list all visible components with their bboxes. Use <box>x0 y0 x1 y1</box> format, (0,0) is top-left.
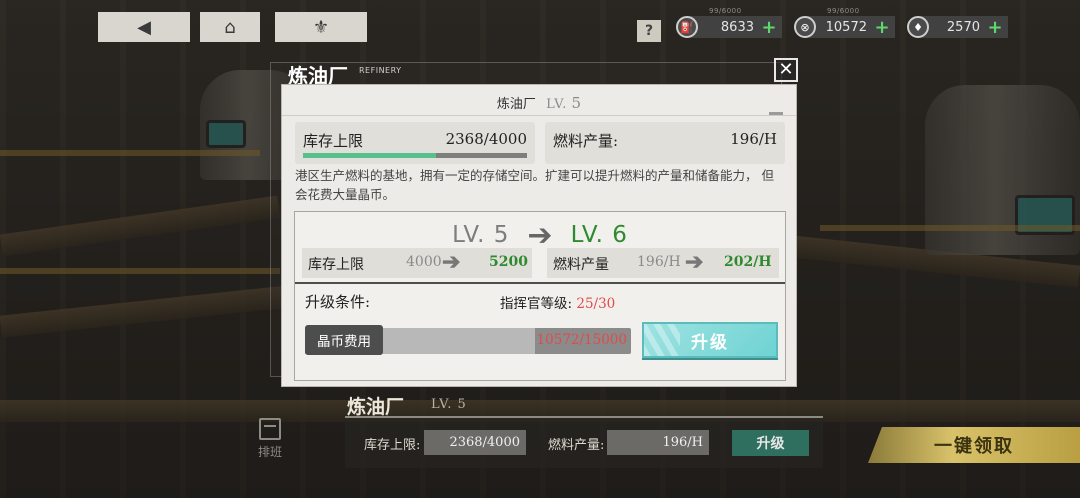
oil-icon: ⛽ <box>676 16 698 38</box>
level-to: LV. 6 <box>570 222 628 248</box>
help-icon: ? <box>644 23 654 39</box>
output-compare: 燃料产量 196/H ➔ 202/H <box>547 248 779 278</box>
bottom-upgrade-button[interactable]: 升级 <box>732 430 809 456</box>
output-value: 196/H <box>730 130 777 148</box>
output-old-value: 196/H <box>637 254 681 270</box>
schedule-button[interactable]: 排班 <box>254 418 286 462</box>
back-button[interactable]: ◀ <box>98 12 190 42</box>
gem-icon: ♦ <box>907 16 929 38</box>
upgrade-divider <box>295 282 785 284</box>
schedule-label: 排班 <box>257 445 282 459</box>
dialog-header: 炼油厂 LV. 5 <box>282 93 796 112</box>
coin-cost-bar: 晶币费用 10572/15000 <box>305 325 631 355</box>
level-change: LV. 5 ➔ LV. 6 <box>295 218 785 253</box>
home-icon: ⌂ <box>224 16 236 38</box>
bottom-output-label: 燃料产量: <box>548 438 605 453</box>
bottom-stock-label: 库存上限: <box>364 438 421 453</box>
coin-resource: ⊗ 99/6000 10572 + <box>794 7 895 38</box>
commander-value: 25/30 <box>576 296 616 312</box>
add-oil-button[interactable]: + <box>760 17 778 38</box>
coin-icon: ⊗ <box>794 16 816 38</box>
stock-progress-bar <box>303 153 527 158</box>
bottom-output-value: 196/H <box>607 430 709 455</box>
output-new-value: 202/H <box>724 254 772 270</box>
stock-new-value: 5200 <box>489 254 528 270</box>
upgrade-button-label: 升级 <box>691 332 729 353</box>
close-icon: ✕ <box>778 59 794 80</box>
header-divider <box>282 115 796 116</box>
arrow-right-icon: ➔ <box>685 249 704 275</box>
stock-compare-label: 库存上限 <box>308 257 364 273</box>
building-description: 港区生产燃料的基地，拥有一定的存储空间。扩建可以提升燃料的产量和储备能力， 但会… <box>295 168 774 202</box>
collect-all-button[interactable]: 一键领取 <box>868 427 1080 463</box>
level-from: LV. 5 <box>452 222 510 248</box>
arrow-right-icon: ➔ <box>442 249 461 275</box>
close-button[interactable]: ✕ <box>774 58 798 82</box>
gem-value: 2570 <box>946 19 980 35</box>
add-gem-button[interactable]: + <box>986 17 1004 38</box>
upgrade-button[interactable]: 升级 <box>642 322 778 358</box>
current-level: 5 <box>571 94 582 112</box>
bottom-building-level: LV. 5 <box>431 397 467 412</box>
stock-stat: 库存上限 2368/4000 <box>295 122 535 164</box>
bottom-stock-value: 2368/4000 <box>424 430 526 455</box>
upgrade-dialog: 炼油厂 LV. 5 库存上限 2368/4000 燃料产量: 196/H 港区生… <box>281 84 797 387</box>
oil-value: 8633 <box>720 19 754 35</box>
stock-old-value: 4000 <box>406 254 442 270</box>
coin-value: 10572 <box>825 19 867 35</box>
base-button[interactable]: ⚜ <box>275 12 367 42</box>
stock-progress-fill <box>303 153 436 158</box>
oil-resource: ⛽ 99/6000 8633 + <box>676 7 782 38</box>
output-label: 燃料产量: <box>553 132 619 150</box>
output-compare-label: 燃料产量 <box>553 257 609 273</box>
upgrade-condition-label: 升级条件: <box>305 293 371 311</box>
output-stat: 燃料产量: 196/H <box>545 122 785 164</box>
coin-cost-label: 晶币费用 <box>305 325 383 355</box>
add-coin-button[interactable]: + <box>873 17 891 38</box>
bottom-building-title: 炼油厂 <box>347 396 405 418</box>
calendar-icon <box>259 418 281 440</box>
header-accent <box>769 112 783 115</box>
upgrade-panel: LV. 5 ➔ LV. 6 库存上限 4000 ➔ 5200 燃料产量 196/… <box>294 211 786 381</box>
panel-subtitle: REFINERY <box>359 66 402 75</box>
stock-label: 库存上限 <box>303 132 364 150</box>
base-icon: ⚜ <box>312 16 330 38</box>
level-prefix: LV. <box>546 97 568 112</box>
oil-capacity: 99/6000 <box>709 7 742 15</box>
upgrade-button-stripe <box>644 324 680 356</box>
coin-capacity: 99/6000 <box>827 7 860 15</box>
home-button[interactable]: ⌂ <box>200 12 260 42</box>
help-button[interactable]: ? <box>637 20 661 42</box>
back-icon: ◀ <box>137 16 151 38</box>
gem-resource: ♦ 2570 + <box>907 16 1008 38</box>
stock-value: 2368/4000 <box>445 130 527 148</box>
coin-cost-value: 10572/15000 <box>536 332 627 348</box>
stock-compare: 库存上限 4000 ➔ 5200 <box>302 248 532 278</box>
commander-label: 指挥官等级: <box>500 296 573 312</box>
building-name: 炼油厂 <box>496 97 536 112</box>
commander-requirement: 指挥官等级: 25/30 <box>500 292 615 312</box>
